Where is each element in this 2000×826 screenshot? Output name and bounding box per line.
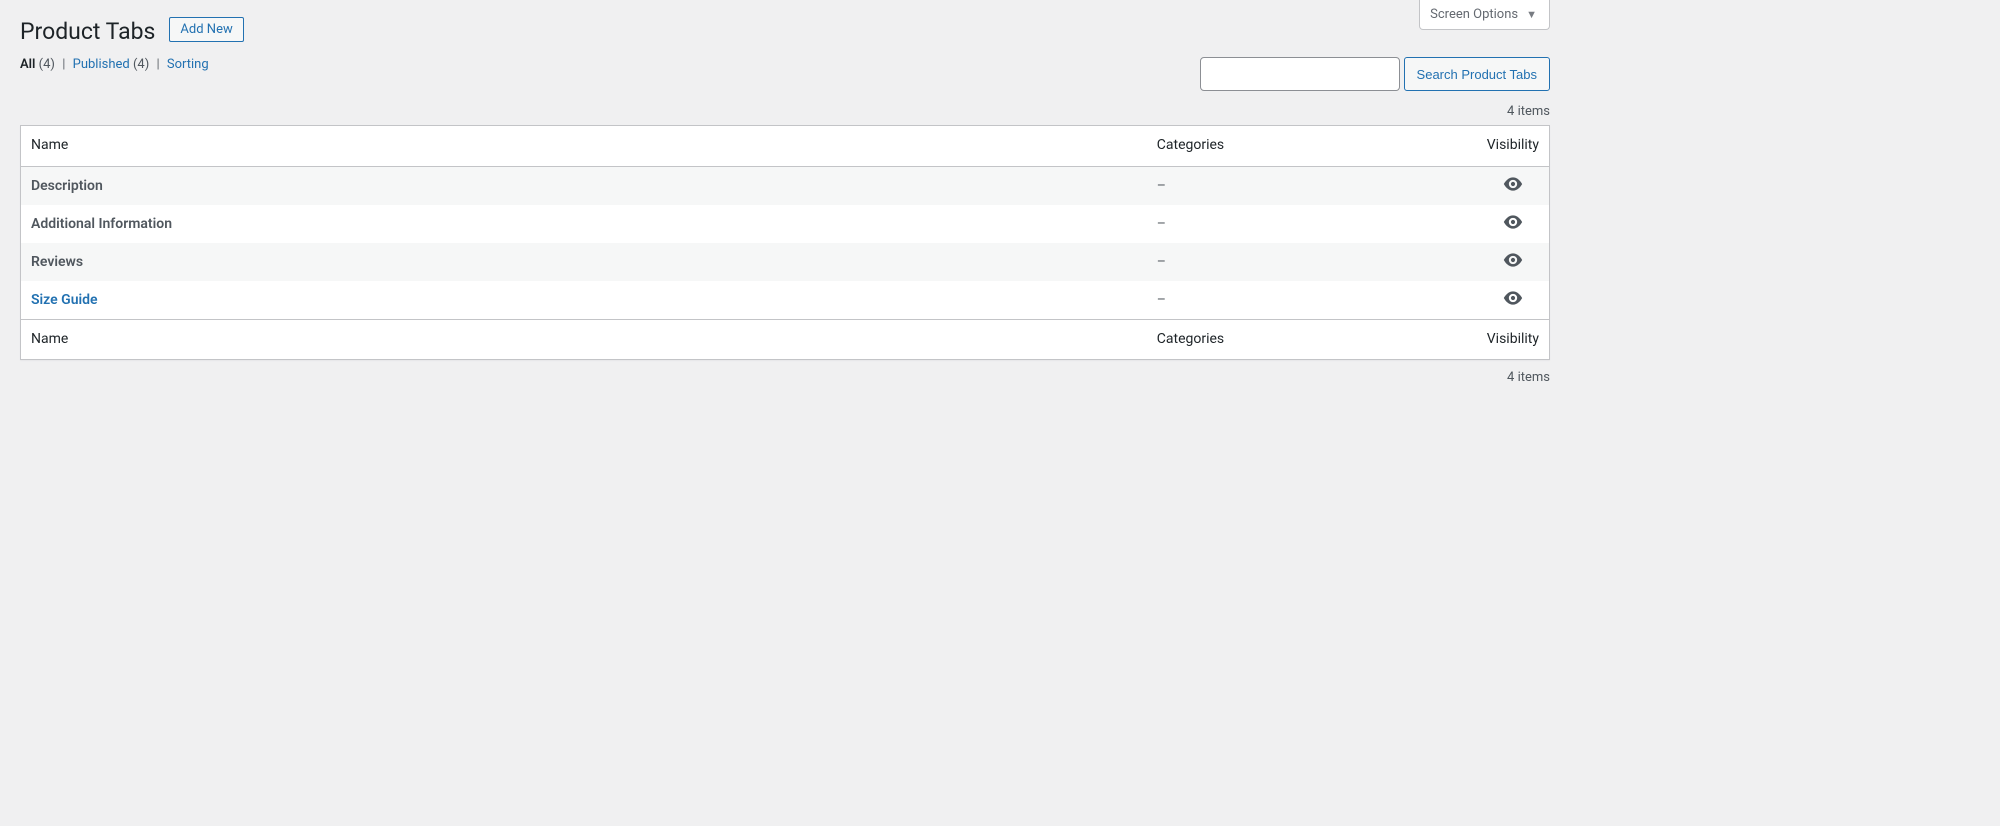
table-row: Additional Information – bbox=[21, 205, 1549, 243]
column-header-visibility[interactable]: Visibility bbox=[1477, 126, 1549, 167]
search-input[interactable] bbox=[1200, 57, 1400, 91]
row-categories: – bbox=[1147, 205, 1477, 243]
chevron-down-icon: ▼ bbox=[1526, 8, 1537, 21]
screen-options-toggle[interactable]: Screen Options ▼ bbox=[1419, 0, 1550, 30]
row-categories: – bbox=[1147, 167, 1477, 205]
column-footer-visibility: Visibility bbox=[1477, 319, 1549, 360]
items-count-top: 4 items bbox=[20, 104, 1550, 119]
items-count-bottom: 4 items bbox=[20, 370, 1550, 385]
table-row: Description – bbox=[21, 167, 1549, 205]
column-header-name[interactable]: Name bbox=[21, 126, 1147, 167]
filter-sorting[interactable]: Sorting bbox=[167, 57, 209, 72]
row-title[interactable]: Description bbox=[31, 178, 103, 194]
search-box: Search Product Tabs bbox=[1200, 57, 1550, 92]
table-row: Reviews – bbox=[21, 243, 1549, 281]
column-footer-categories: Categories bbox=[1147, 319, 1477, 360]
filter-all[interactable]: All (4) bbox=[20, 57, 58, 72]
column-header-categories[interactable]: Categories bbox=[1147, 126, 1477, 167]
search-button[interactable]: Search Product Tabs bbox=[1404, 57, 1550, 91]
screen-options-label: Screen Options bbox=[1430, 7, 1518, 22]
row-categories: – bbox=[1147, 281, 1477, 319]
page-title: Product Tabs bbox=[20, 9, 155, 49]
column-footer-name: Name bbox=[21, 319, 1147, 360]
eye-icon bbox=[1503, 177, 1523, 191]
eye-icon bbox=[1503, 215, 1523, 229]
row-visibility bbox=[1477, 167, 1549, 205]
row-visibility bbox=[1477, 281, 1549, 319]
table-row: Size Guide – bbox=[21, 281, 1549, 319]
row-title[interactable]: Size Guide bbox=[31, 292, 98, 308]
row-title[interactable]: Additional Information bbox=[31, 216, 172, 232]
product-tabs-table: Name Categories Visibility Description–A… bbox=[20, 125, 1550, 360]
row-visibility bbox=[1477, 243, 1549, 281]
eye-icon bbox=[1503, 253, 1523, 267]
eye-icon bbox=[1503, 291, 1523, 305]
add-new-button[interactable]: Add New bbox=[169, 17, 243, 42]
filter-published[interactable]: Published (4) bbox=[73, 57, 153, 72]
row-title[interactable]: Reviews bbox=[31, 254, 83, 270]
row-visibility bbox=[1477, 205, 1549, 243]
row-categories: – bbox=[1147, 243, 1477, 281]
